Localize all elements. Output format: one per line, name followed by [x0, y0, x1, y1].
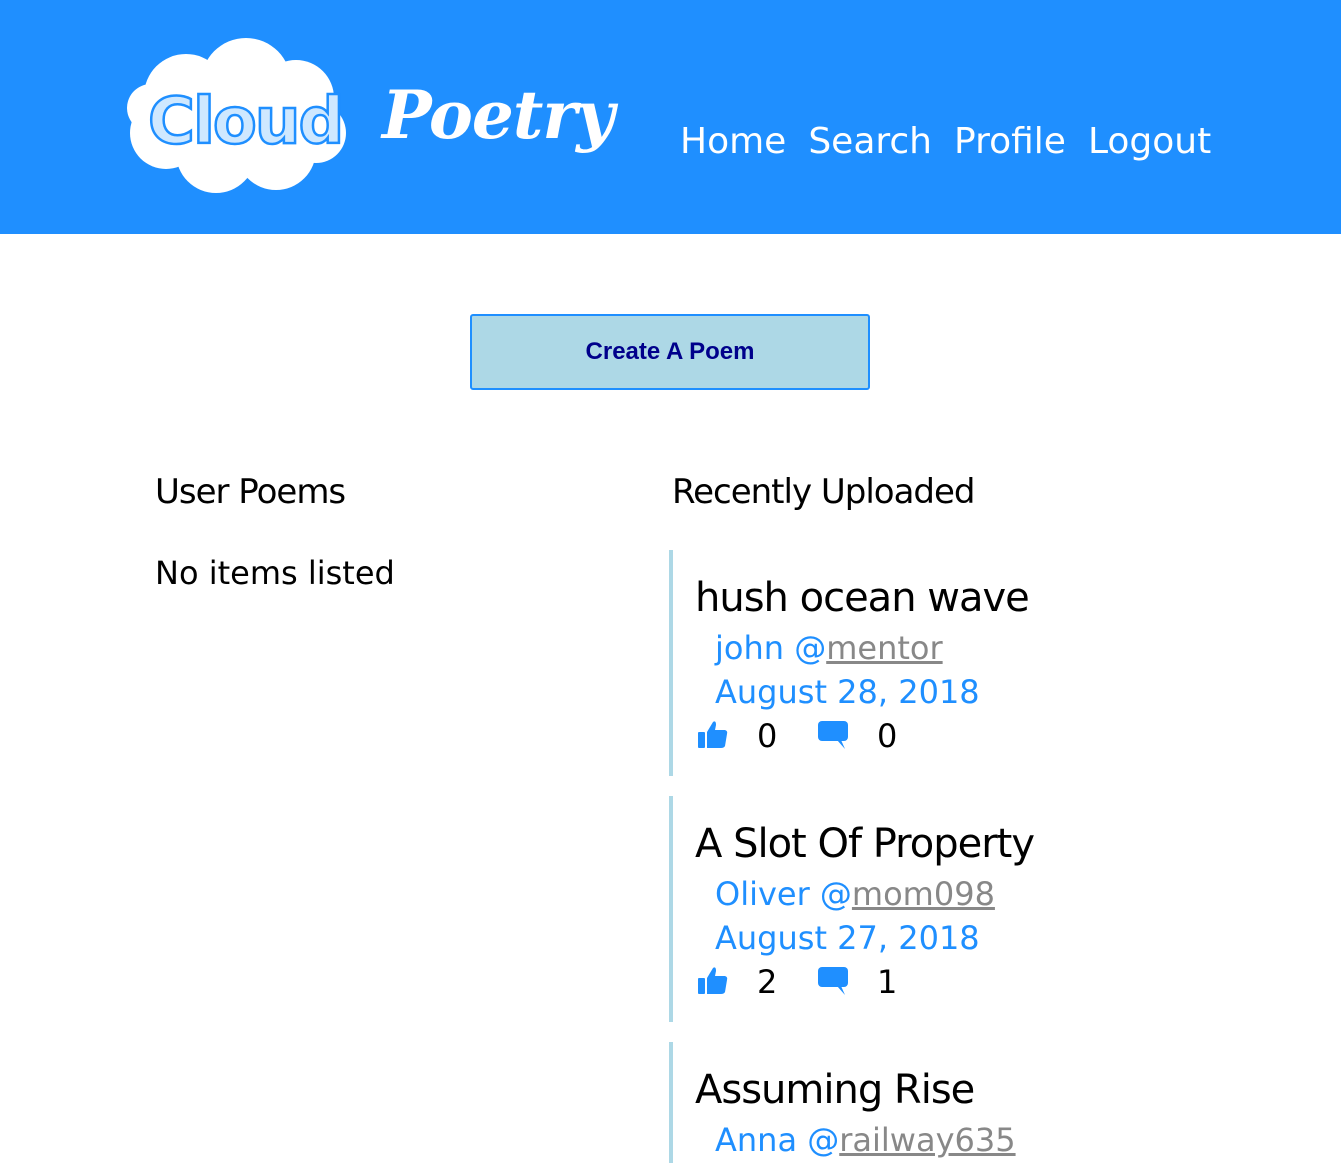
author-handle-link[interactable]: mom098 — [852, 875, 995, 913]
logo-word-cloud: Cloud — [148, 85, 342, 159]
poem-title[interactable]: Assuming Rise — [695, 1064, 975, 1116]
poem-card: Assuming Rise Anna @railway635 — [669, 1042, 1189, 1163]
poem-title[interactable]: A Slot Of Property — [695, 818, 1035, 870]
poem-author: Anna @railway635 — [715, 1118, 1016, 1162]
nav-logout[interactable]: Logout — [1088, 118, 1211, 166]
create-poem-button[interactable]: Create A Poem — [470, 314, 870, 390]
speech-bubble-icon[interactable] — [817, 964, 849, 996]
poem-title[interactable]: hush ocean wave — [695, 572, 1030, 624]
logo-word-poetry: Poetry — [380, 76, 619, 154]
recently-uploaded-heading: Recently Uploaded — [672, 472, 976, 512]
thumbs-up-icon[interactable] — [697, 964, 729, 996]
site-header: Cloud Poetry Home Search Profile Logout — [0, 0, 1341, 234]
nav-home[interactable]: Home — [680, 118, 786, 166]
author-name: Oliver — [715, 875, 810, 913]
poem-author: Oliver @mom098 — [715, 872, 995, 916]
handle-at-sign: @ — [794, 629, 827, 667]
comment-count: 1 — [877, 963, 898, 1001]
author-name: Anna — [715, 1121, 798, 1159]
poem-date: August 27, 2018 — [715, 919, 980, 957]
comment-count: 0 — [877, 717, 898, 755]
author-name: john — [715, 629, 785, 667]
speech-bubble-icon[interactable] — [817, 718, 849, 750]
user-poems-heading: User Poems — [155, 472, 346, 512]
handle-at-sign: @ — [819, 875, 852, 913]
poem-stats: 2 1 — [695, 960, 955, 1004]
poem-card: hush ocean wave john @mentor August 28, … — [669, 550, 1189, 776]
nav-profile[interactable]: Profile — [954, 118, 1066, 166]
thumbs-up-icon[interactable] — [697, 718, 729, 750]
main-nav: Home Search Profile Logout — [680, 118, 1211, 166]
user-poems-empty-message: No items listed — [155, 554, 395, 592]
logo-graphic: Cloud Poetry — [127, 38, 620, 193]
poem-author: john @mentor — [715, 626, 943, 670]
poem-stats: 0 0 — [695, 714, 955, 758]
cloudpoetry-logo[interactable]: Cloud Poetry — [126, 38, 636, 198]
poem-date: August 28, 2018 — [715, 673, 980, 711]
author-handle-link[interactable]: mentor — [826, 629, 942, 667]
nav-search[interactable]: Search — [808, 118, 932, 166]
author-handle-link[interactable]: railway635 — [839, 1121, 1015, 1159]
handle-at-sign: @ — [807, 1121, 840, 1159]
poem-card: A Slot Of Property Oliver @mom098 August… — [669, 796, 1189, 1022]
like-count: 2 — [757, 963, 778, 1001]
like-count: 0 — [757, 717, 778, 755]
